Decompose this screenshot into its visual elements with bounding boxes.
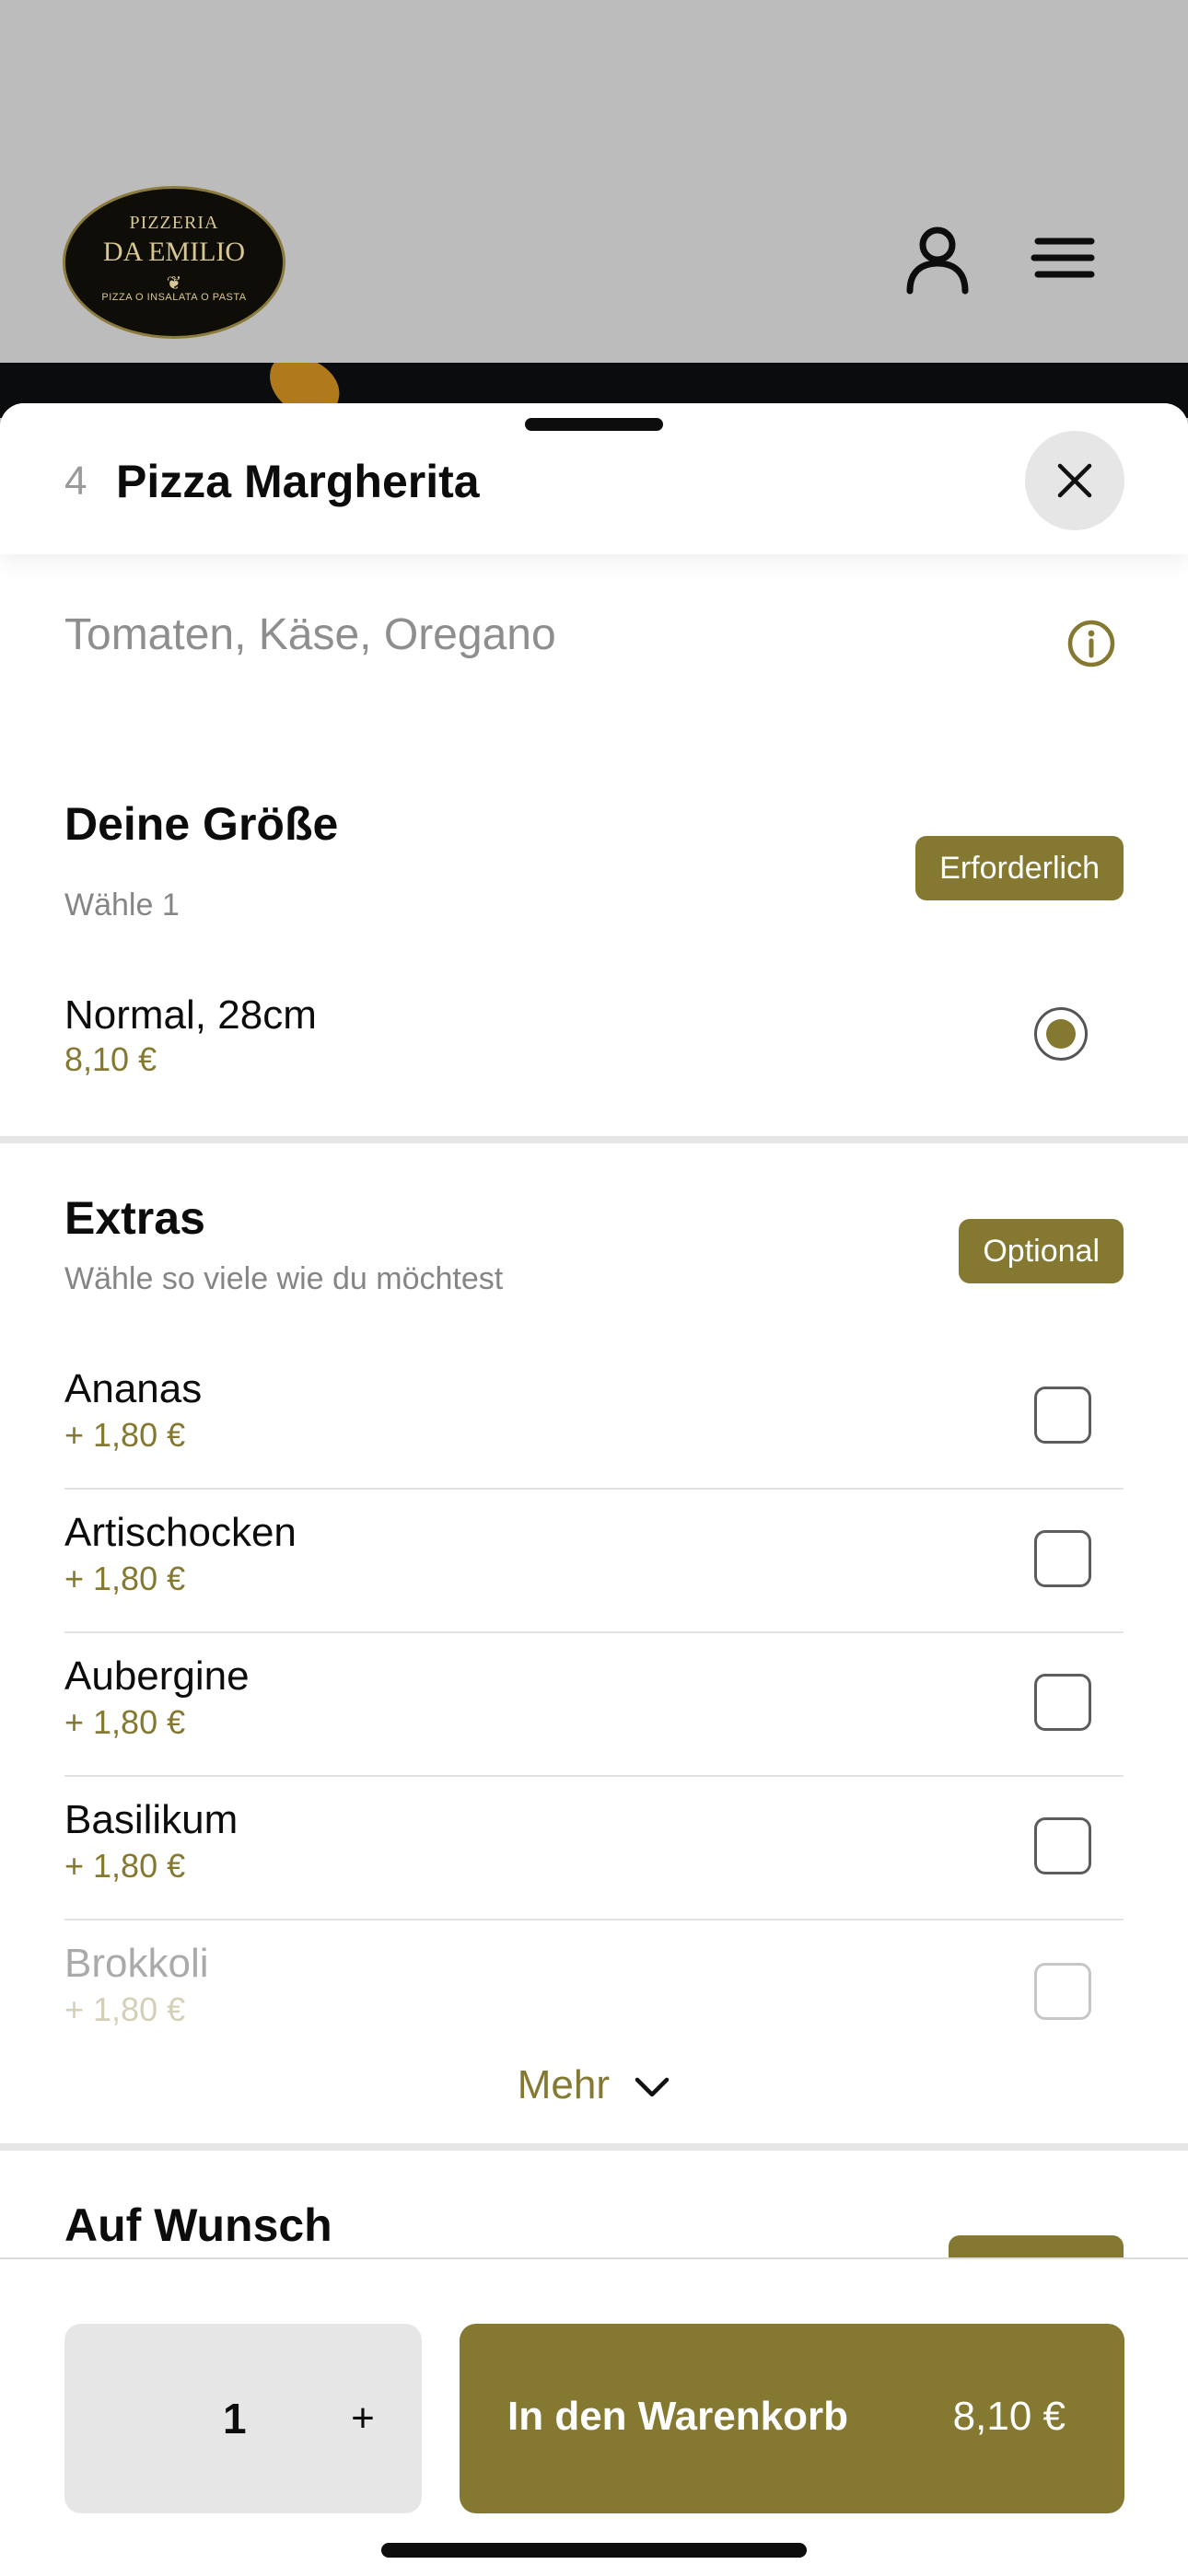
- extra-price: + 1,80 €: [64, 1990, 186, 2028]
- extra-checkbox[interactable]: [1034, 1817, 1091, 1874]
- size-section-title: Deine Größe: [64, 798, 339, 850]
- row-divider: [64, 1775, 1124, 1777]
- size-section-subtitle: Wähle 1: [64, 888, 180, 922]
- size-radio-selected[interactable]: [1034, 1007, 1088, 1061]
- extra-price: + 1,80 €: [64, 1416, 186, 1454]
- extras-section-subtitle: Wähle so viele wie du möchtest: [64, 1261, 504, 1296]
- radio-dot: [1046, 1019, 1076, 1049]
- row-divider: [64, 1488, 1124, 1490]
- product-sheet: 4 Pizza Margherita Tomaten, Käse, Oregan…: [0, 403, 1188, 2574]
- extra-price: + 1,80 €: [64, 1847, 186, 1885]
- cart-total-price: 8,10 €: [952, 2394, 1066, 2439]
- add-to-cart-label: In den Warenkorb: [507, 2394, 848, 2439]
- show-more-button[interactable]: Mehr: [0, 2062, 1188, 2108]
- logo-line2: DA EMILIO: [102, 237, 246, 267]
- size-option-price: 8,10 €: [64, 1040, 157, 1078]
- quantity-increase-button[interactable]: +: [335, 2386, 390, 2451]
- required-badge: Erforderlich: [915, 836, 1124, 900]
- extras-section-title: Extras: [64, 1192, 205, 1244]
- row-divider: [64, 1919, 1124, 1920]
- section-divider: [0, 1136, 1188, 1143]
- extra-checkbox[interactable]: [1034, 1530, 1091, 1587]
- extra-price: + 1,80 €: [64, 1703, 186, 1741]
- row-divider: [64, 1631, 1124, 1633]
- extra-name: Artischocken: [64, 1510, 297, 1555]
- optional-badge: Optional: [959, 1219, 1124, 1283]
- close-icon: [1057, 463, 1092, 498]
- close-button[interactable]: [1025, 431, 1124, 530]
- extra-name: Basilikum: [64, 1797, 239, 1842]
- quantity-value: 1: [223, 2395, 247, 2443]
- add-to-cart-button[interactable]: In den Warenkorb 8,10 €: [460, 2324, 1124, 2513]
- bottom-action-bar: 1 + In den Warenkorb 8,10 €: [0, 2257, 1188, 2576]
- extra-checkbox[interactable]: [1034, 1963, 1091, 2020]
- extra-checkbox[interactable]: [1034, 1674, 1091, 1731]
- chevron-down-icon: [635, 2078, 670, 2097]
- section-divider: [0, 2143, 1188, 2151]
- user-icon[interactable]: [901, 221, 974, 295]
- product-number: 4: [64, 458, 87, 504]
- product-description: Tomaten, Käse, Oregano: [64, 610, 556, 659]
- extra-name: Brokkoli: [64, 1941, 209, 1986]
- sheet-header: 4 Pizza Margherita: [0, 403, 1188, 554]
- size-option-name: Normal, 28cm: [64, 992, 317, 1038]
- sheet-grabber[interactable]: [525, 418, 663, 431]
- show-more-label: Mehr: [517, 2062, 610, 2107]
- extra-price: + 1,80 €: [64, 1560, 186, 1597]
- home-indicator: [381, 2543, 807, 2558]
- product-title: Pizza Margherita: [116, 456, 480, 507]
- logo-line1: PIZZERIA: [129, 213, 219, 233]
- extra-name: Aubergine: [64, 1654, 250, 1699]
- restaurant-logo[interactable]: PIZZERIA DA EMILIO ❦ PIZZA O INSALATA O …: [63, 186, 285, 339]
- extra-name: Ananas: [64, 1366, 203, 1411]
- info-icon[interactable]: [1066, 619, 1116, 668]
- logo-line3: PIZZA O INSALATA O PASTA: [101, 292, 247, 303]
- menu-icon[interactable]: [1027, 221, 1101, 295]
- quantity-stepper[interactable]: 1 +: [64, 2324, 422, 2513]
- extra-checkbox[interactable]: [1034, 1387, 1091, 1444]
- wish-section-title: Auf Wunsch: [64, 2199, 332, 2251]
- site-header: PIZZERIA DA EMILIO ❦ PIZZA O INSALATA O …: [0, 0, 1188, 363]
